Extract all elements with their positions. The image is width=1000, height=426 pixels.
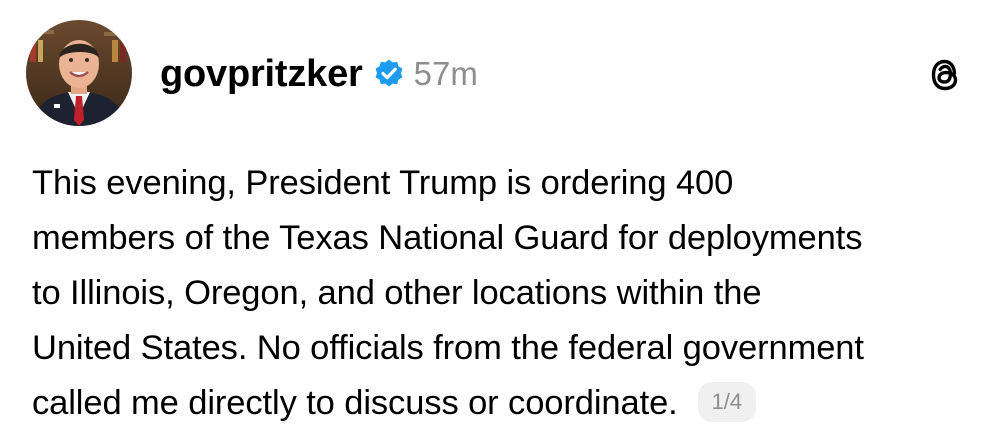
- post-text-line: This evening, President Trump is orderin…: [32, 164, 734, 202]
- avatar[interactable]: [26, 20, 132, 126]
- avatar-photo: [26, 20, 132, 126]
- post-timestamp: 57m: [413, 55, 478, 92]
- post-header: govpritzker 57m: [160, 50, 478, 98]
- verified-badge-icon: [373, 58, 405, 90]
- post-body: This evening, President Trump is orderin…: [32, 156, 982, 426]
- post-text-line: members of the Texas National Guard for …: [32, 219, 863, 257]
- post-text-line: called me directly to discuss or coordin…: [32, 384, 678, 422]
- post-text-line: United States. No officials from the fed…: [32, 329, 864, 367]
- post-text-line: to Illinois, Oregon, and other locations…: [32, 274, 762, 312]
- threads-logo-icon[interactable]: [924, 54, 966, 96]
- thread-page-indicator: 1/4: [697, 381, 756, 422]
- username[interactable]: govpritzker: [160, 53, 363, 96]
- post-text-line-last: called me directly to discuss or coordin…: [32, 376, 982, 426]
